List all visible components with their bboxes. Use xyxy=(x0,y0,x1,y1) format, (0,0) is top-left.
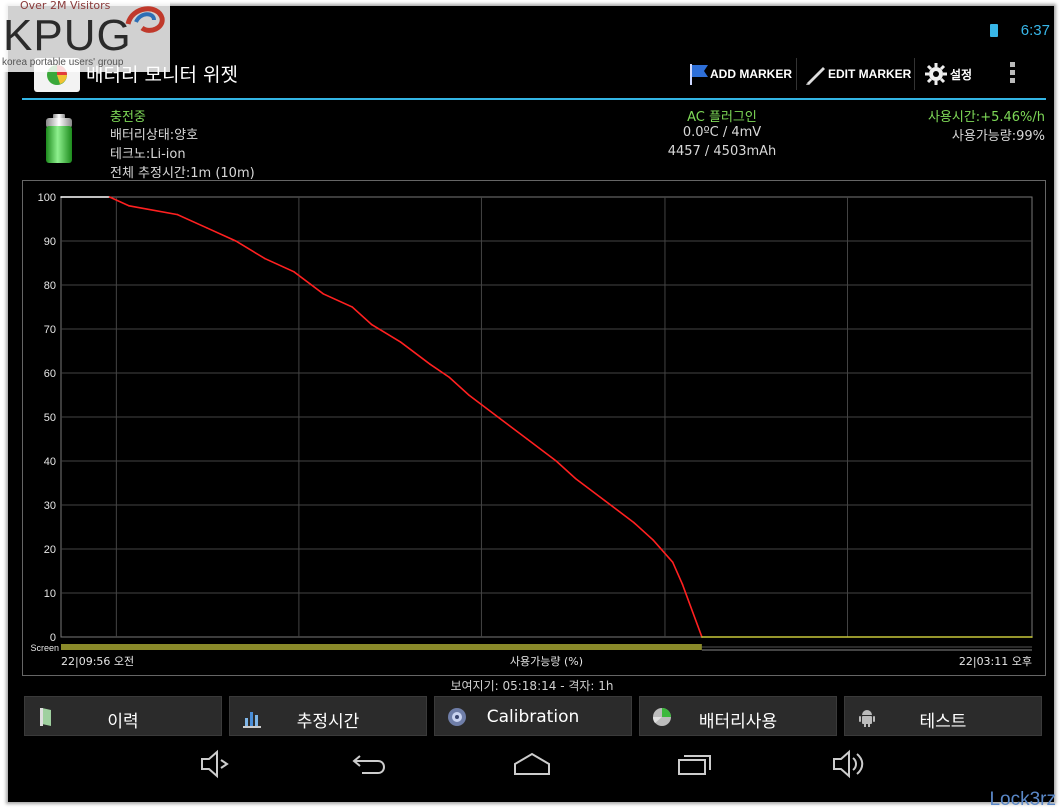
y-tick-label: 50 xyxy=(44,412,56,424)
edit-marker-label: EDIT MARKER xyxy=(828,67,912,81)
temperature-voltage: 0.0ºC / 4mV xyxy=(682,125,762,140)
screen-on-bar xyxy=(61,644,702,650)
data-point xyxy=(652,539,655,541)
tab-estimate-label: 추정시간 xyxy=(296,712,360,732)
tab-calibration-label: Calibration xyxy=(486,707,580,727)
y-tick-label: 70 xyxy=(44,324,56,336)
recent-apps-icon[interactable] xyxy=(676,748,716,780)
total-estimate: 전체 추정시간:1m (10m) xyxy=(110,166,255,181)
x-end-label: 22|03:11 오후 xyxy=(959,655,1032,668)
tab-history[interactable]: 이력 xyxy=(24,696,222,736)
data-point xyxy=(429,363,431,365)
usage-rate: 사용시간:+5.46%/h xyxy=(927,110,1045,125)
data-point xyxy=(234,240,237,242)
data-point xyxy=(128,205,130,207)
tab-battery-usage[interactable]: 배터리사용 xyxy=(639,696,837,736)
volume-down-icon[interactable] xyxy=(198,748,232,780)
flag-icon xyxy=(690,64,708,85)
y-tick-label: 60 xyxy=(44,368,56,380)
add-marker-button[interactable]: ADD MARKER xyxy=(688,56,792,92)
settings-label: 설정 xyxy=(950,67,973,82)
kpug-watermark: Over 2M Visitors KPUG korea portable use… xyxy=(0,0,170,72)
y-tick-label: 40 xyxy=(44,456,56,468)
data-point xyxy=(400,341,402,343)
data-point xyxy=(681,583,684,585)
data-point xyxy=(671,561,674,563)
data-point xyxy=(60,196,62,198)
data-point xyxy=(448,376,451,379)
tab-battery-usage-label: 배터리사용 xyxy=(698,712,778,732)
watermark-logo: KPUG xyxy=(3,11,132,60)
data-point xyxy=(293,271,295,273)
data-point xyxy=(108,196,111,198)
home-icon[interactable] xyxy=(512,748,552,780)
screen-label: Screen xyxy=(30,643,59,653)
y-tick-label: 80 xyxy=(44,280,56,292)
data-point xyxy=(351,306,354,308)
add-marker-label: ADD MARKER xyxy=(710,67,792,81)
tab-test-label: 테스트 xyxy=(919,712,967,732)
action-separator xyxy=(796,58,797,90)
edit-marker-button[interactable]: EDIT MARKER xyxy=(804,56,911,92)
back-icon[interactable] xyxy=(350,748,390,780)
watermark-subtitle: korea portable users' group xyxy=(2,57,124,68)
available-percent: 사용가능량:99% xyxy=(951,129,1045,144)
data-point xyxy=(1031,636,1033,638)
data-point xyxy=(205,227,208,229)
data-point xyxy=(468,394,470,396)
status-time: 6:37 xyxy=(1020,22,1050,39)
volume-up-icon[interactable] xyxy=(830,748,870,780)
y-tick-label: 90 xyxy=(44,236,56,248)
settings-button[interactable]: 설정 xyxy=(924,56,972,92)
view-info: 보여지기: 05:18:14 - 격자: 1h xyxy=(450,679,614,693)
battery-chart: 1009080706050403020100Screen22|09:56 오전 2… xyxy=(30,192,1033,668)
y-tick-label: 20 xyxy=(44,544,56,556)
capacity-mah: 4457 / 4503mAh xyxy=(667,144,777,159)
action-separator xyxy=(914,58,915,90)
tab-estimate[interactable]: 추정시간 xyxy=(229,696,427,736)
data-point xyxy=(701,636,703,638)
battery-status-icon xyxy=(990,24,998,37)
data-point xyxy=(633,521,635,524)
data-point xyxy=(264,257,266,260)
y-tick-label: 30 xyxy=(44,500,56,512)
signature-watermark: Lock3rz xyxy=(989,789,1056,810)
gear-icon xyxy=(925,63,947,85)
data-point xyxy=(497,416,499,418)
action-bar-divider xyxy=(22,98,1046,100)
y-tick-label: 100 xyxy=(38,192,56,204)
data-point xyxy=(322,293,324,295)
data-point xyxy=(603,499,606,502)
data-point xyxy=(574,477,577,480)
tab-test[interactable]: 테스트 xyxy=(844,696,1042,736)
y-tick-label: 10 xyxy=(44,588,56,600)
x-axis-label: 사용가능량 (%) xyxy=(510,655,583,668)
overflow-menu-icon[interactable] xyxy=(1010,62,1015,84)
data-point xyxy=(176,213,179,216)
tab-history-label: 이력 xyxy=(107,712,139,732)
x-start-label: 22|09:56 오전 xyxy=(61,655,134,668)
data-point xyxy=(555,460,558,462)
data-point xyxy=(370,323,373,326)
pencil-icon xyxy=(806,67,825,85)
tab-calibration[interactable]: Calibration xyxy=(434,696,632,736)
data-point xyxy=(526,438,528,440)
plug-status: AC 플러그인 xyxy=(687,110,757,125)
